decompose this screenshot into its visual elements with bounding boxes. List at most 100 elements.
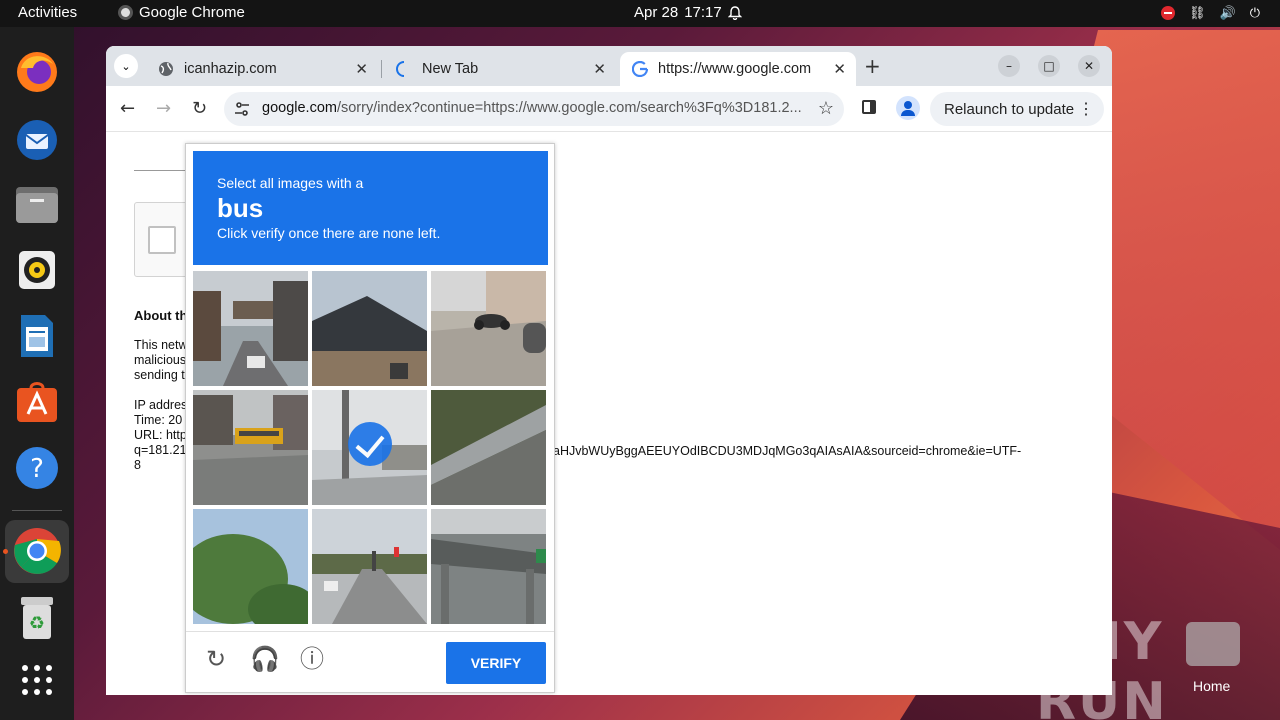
show-apps-button[interactable] xyxy=(13,656,61,704)
about-heading: About th xyxy=(134,308,188,323)
do-not-disturb-icon xyxy=(1161,6,1175,20)
dock-item-trash[interactable]: ♻ xyxy=(13,594,61,642)
chrome-icon xyxy=(14,528,61,574)
home-folder-label: Home xyxy=(1193,678,1231,694)
dock-item-help[interactable]: ? xyxy=(13,444,61,492)
profile-avatar-icon[interactable] xyxy=(896,96,920,120)
site-info-icon xyxy=(235,102,249,116)
more-menu-icon[interactable]: ⋮ xyxy=(1078,99,1094,119)
writer-icon xyxy=(21,315,53,357)
maximize-button[interactable]: □ xyxy=(1038,55,1060,77)
power-icon: ⏻ xyxy=(1249,5,1260,20)
text-line: 8 xyxy=(134,458,141,472)
tile-image xyxy=(431,390,546,505)
running-indicator xyxy=(3,549,8,554)
close-tab-icon[interactable]: ✕ xyxy=(355,60,368,78)
loading-spinner-icon xyxy=(396,61,405,77)
captcha-tile-house-roof[interactable] xyxy=(312,271,427,386)
bookmark-star-icon[interactable]: ☆ xyxy=(818,98,834,119)
dock-item-rhythmbox[interactable] xyxy=(13,246,61,294)
new-tab-button[interactable]: + xyxy=(864,54,881,78)
clock-date: Apr 28 xyxy=(634,4,679,21)
captcha-tile-trees-and-sky[interactable] xyxy=(193,509,308,624)
instruction-subtext: Click verify once there are none left. xyxy=(217,225,441,241)
help-icon: ? xyxy=(16,447,58,489)
reload-icon[interactable]: ↻ xyxy=(192,98,207,119)
google-icon xyxy=(632,61,648,77)
dock-item-libreoffice-writer[interactable] xyxy=(13,312,61,360)
anyrun-watermark: ANY RUN xyxy=(1036,612,1168,720)
files-icon xyxy=(16,187,58,223)
captcha-tile-overpass-bridge[interactable] xyxy=(431,509,546,624)
tab-search-button[interactable]: ⌄ xyxy=(114,54,138,78)
rhythmbox-icon xyxy=(19,251,55,289)
system-tray[interactable]: ⛓ 🔊 ⏻ xyxy=(1161,5,1260,21)
globe-icon xyxy=(159,62,173,76)
firefox-icon xyxy=(17,52,57,92)
verify-button[interactable]: VERIFY xyxy=(446,642,546,684)
request-details: IP addres Time: 20 URL: http q=181.21 8 xyxy=(134,398,187,473)
tab-strip: ⌄ icanhazip.com ✕ New Tab ✕ https://www.… xyxy=(106,46,1112,86)
activities-button[interactable]: Activities xyxy=(18,4,77,21)
tab-separator xyxy=(381,60,382,78)
tile-image xyxy=(312,509,427,624)
captcha-tile-sidewalk-motorcycle[interactable] xyxy=(431,271,546,386)
home-folder-icon[interactable] xyxy=(1186,622,1240,666)
close-tab-icon[interactable]: ✕ xyxy=(833,60,846,78)
svg-text:?: ? xyxy=(30,454,44,484)
info-icon[interactable]: ⓘ xyxy=(298,646,326,674)
recaptcha-checkbox[interactable] xyxy=(148,226,176,254)
url-path: /sorry/index?continue=https://www.google… xyxy=(336,100,802,116)
relaunch-label: Relaunch to update xyxy=(944,100,1075,118)
dock-item-files[interactable] xyxy=(13,180,61,228)
captcha-image-grid xyxy=(193,271,549,627)
svg-text:♻: ♻ xyxy=(29,613,45,634)
tile-image xyxy=(431,509,546,624)
forward-arrow-icon[interactable]: → xyxy=(156,98,171,119)
dock: ? ♻ xyxy=(0,27,74,720)
target-object: bus xyxy=(217,193,264,223)
captcha-challenge: Select all images with a bus Click verif… xyxy=(185,143,555,693)
address-bar[interactable]: google.com/sorry/index?continue=https://… xyxy=(224,92,844,126)
tile-image xyxy=(193,509,308,624)
browser-toolbar: ← → ↻ google.com/sorry/index?continue=ht… xyxy=(106,86,1112,132)
dock-item-software[interactable] xyxy=(13,378,61,426)
chevron-down-icon: ⌄ xyxy=(121,59,131,73)
back-arrow-icon[interactable]: ← xyxy=(120,98,135,119)
tile-image xyxy=(431,271,546,386)
minimize-button[interactable]: – xyxy=(998,55,1020,77)
captcha-tile-street-with-bus[interactable] xyxy=(193,390,308,505)
volume-icon: 🔊 xyxy=(1219,5,1236,20)
app-menu[interactable]: Google Chrome xyxy=(118,4,245,21)
url-domain: google.com xyxy=(262,100,337,116)
chrome-icon xyxy=(118,5,133,20)
bell-icon xyxy=(727,5,742,20)
captcha-tile-street-pole-selected[interactable] xyxy=(312,390,427,505)
audio-challenge-icon[interactable]: 🎧 xyxy=(250,646,280,674)
dock-item-chrome[interactable] xyxy=(13,527,61,575)
clock[interactable]: Apr 28 17:17 xyxy=(634,4,742,21)
captcha-tile-highway-barrier[interactable] xyxy=(431,390,546,505)
text-line: URL: http xyxy=(134,428,187,442)
close-window-button[interactable]: ✕ xyxy=(1078,55,1100,77)
reload-challenge-icon[interactable]: ↻ xyxy=(202,646,230,674)
captcha-tile-road-with-traffic-lights[interactable] xyxy=(312,509,427,624)
tab-google[interactable]: https://www.google.com ✕ xyxy=(620,52,856,86)
checkmark-icon xyxy=(348,422,392,466)
tile-image xyxy=(312,271,427,386)
close-tab-icon[interactable]: ✕ xyxy=(593,60,606,78)
side-panel-icon[interactable] xyxy=(862,100,876,114)
gnome-top-bar: Activities Google Chrome Apr 28 17:17 ⛓ … xyxy=(0,0,1280,27)
dock-separator xyxy=(12,510,62,511)
explanation-paragraph: This netw malicious sending t xyxy=(134,338,188,383)
network-icon: ⛓ xyxy=(1189,5,1206,20)
text-line: Time: 20 xyxy=(134,413,183,427)
dock-item-firefox[interactable] xyxy=(13,48,61,96)
tab-title: https://www.google.com xyxy=(658,61,812,77)
tab-title: New Tab xyxy=(422,61,479,77)
tab-icanhazip[interactable]: icanhazip.com ✕ xyxy=(146,52,378,86)
tab-new-tab[interactable]: New Tab ✕ xyxy=(384,52,616,86)
dock-item-thunderbird[interactable] xyxy=(13,114,61,162)
captcha-tile-street-with-car[interactable] xyxy=(193,271,308,386)
relaunch-to-update-button[interactable]: Relaunch to update ⋮ xyxy=(930,92,1104,126)
